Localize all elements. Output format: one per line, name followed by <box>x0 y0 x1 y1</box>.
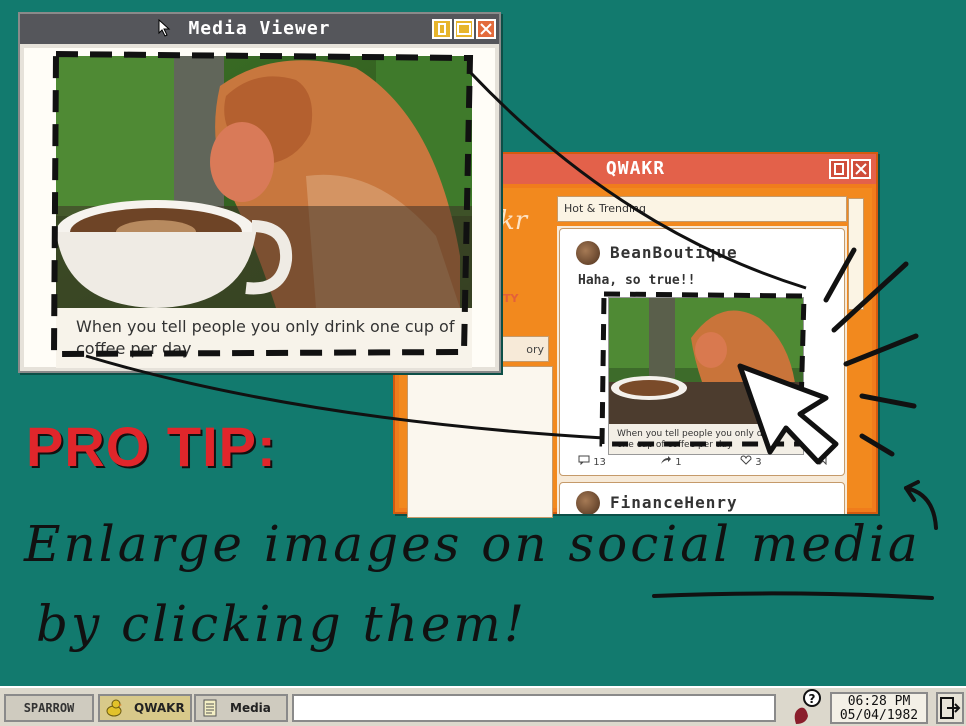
like-button[interactable]: 3 <box>740 455 762 468</box>
share-icon <box>661 456 671 464</box>
svg-text:When you tell people you only: When you tell people you only drink <box>617 429 780 439</box>
scrollbar[interactable] <box>848 198 864 310</box>
post-image[interactable]: When you tell people you only drink one … <box>608 297 804 455</box>
document-icon <box>203 699 217 717</box>
avatar[interactable] <box>576 491 600 514</box>
minimize-icon <box>438 23 446 35</box>
start-button[interactable]: SPARROW <box>4 694 94 722</box>
tip-text-emphasis: social media <box>568 515 921 573</box>
maximize-button[interactable] <box>829 159 849 179</box>
exit-button[interactable] <box>936 692 964 724</box>
monkey-coffee-thumbnail: When you tell people you only drink one … <box>609 298 803 454</box>
feed: BeanBoutique Haha, so true!! When you te… <box>557 226 847 514</box>
post-card: BeanBoutique Haha, so true!! When you te… <box>559 228 845 476</box>
media-viewer-content: When you tell people you only drink one … <box>24 48 495 368</box>
comment-button[interactable]: 13 <box>578 455 606 468</box>
monkey-coffee-image <box>56 56 472 308</box>
comment-icon <box>578 455 590 466</box>
post-actions: 13 1 3 <box>578 455 830 469</box>
comment-count: 13 <box>593 457 606 468</box>
bookmark-button[interactable] <box>818 455 828 468</box>
tab-hot-trending[interactable]: Hot & Trending <box>557 196 847 222</box>
task-label: QWAKR <box>134 701 185 715</box>
share-button[interactable]: 1 <box>660 455 682 468</box>
task-label: Media <box>230 701 271 715</box>
logout-icon <box>940 697 961 719</box>
post-card: FinanceHenry <box>559 482 845 514</box>
post-author[interactable]: FinanceHenry <box>610 493 738 512</box>
tip-text-part: Enlarge images on <box>24 515 569 573</box>
maximize-button[interactable] <box>454 19 474 39</box>
svg-text:?: ? <box>809 692 816 706</box>
media-viewer-title-bar[interactable]: Media Viewer <box>20 14 499 44</box>
close-button[interactable] <box>476 19 496 39</box>
maximize-icon <box>457 23 471 35</box>
tip-text-line2: by clicking them! <box>36 595 527 653</box>
image-caption: When you tell people you only drink one … <box>76 317 455 358</box>
close-icon <box>855 163 867 175</box>
task-qwakr[interactable]: QWAKR <box>98 694 192 722</box>
svg-text:one cup of coffee per day: one cup of coffee per day <box>617 440 733 450</box>
qwakr-title: QWAKR <box>605 158 666 179</box>
avatar[interactable] <box>576 241 600 265</box>
tip-text-line1: Enlarge images on social media <box>24 515 921 573</box>
duck-icon <box>106 699 122 717</box>
help-bird-icon[interactable]: ? <box>790 688 824 726</box>
minimize-button[interactable] <box>432 19 452 39</box>
side-label: TY <box>503 292 519 305</box>
bookmark-icon <box>819 455 827 466</box>
side-panel <box>407 366 553 518</box>
qwakr-logo: kr <box>499 206 528 236</box>
close-button[interactable] <box>851 159 871 179</box>
post-author[interactable]: BeanBoutique <box>610 243 738 262</box>
media-viewer-window: Media Viewer When you tell people you on… <box>18 12 501 373</box>
clock-time: 06:28 PM <box>847 694 911 709</box>
category-button[interactable]: ory <box>499 336 549 362</box>
maximize-icon <box>834 163 844 175</box>
pro-tip-heading: PRO TIP: <box>26 415 277 478</box>
cursor-icon <box>158 19 171 37</box>
like-count: 3 <box>755 457 762 468</box>
enlarged-image[interactable] <box>56 56 472 308</box>
clock: 06:28 PM 05/04/1982 <box>830 692 928 724</box>
post-text: Haha, so true!! <box>578 273 696 288</box>
clock-date: 05/04/1982 <box>839 708 919 723</box>
task-media[interactable]: Media <box>194 694 288 722</box>
share-count: 1 <box>675 457 682 468</box>
close-icon <box>480 23 492 35</box>
heart-icon <box>740 455 752 465</box>
taskbar: SPARROW QWAKR Media ? 06:28 PM 05/04/198… <box>0 686 966 726</box>
taskbar-field[interactable] <box>292 694 776 722</box>
media-viewer-title: Media Viewer <box>188 18 331 39</box>
